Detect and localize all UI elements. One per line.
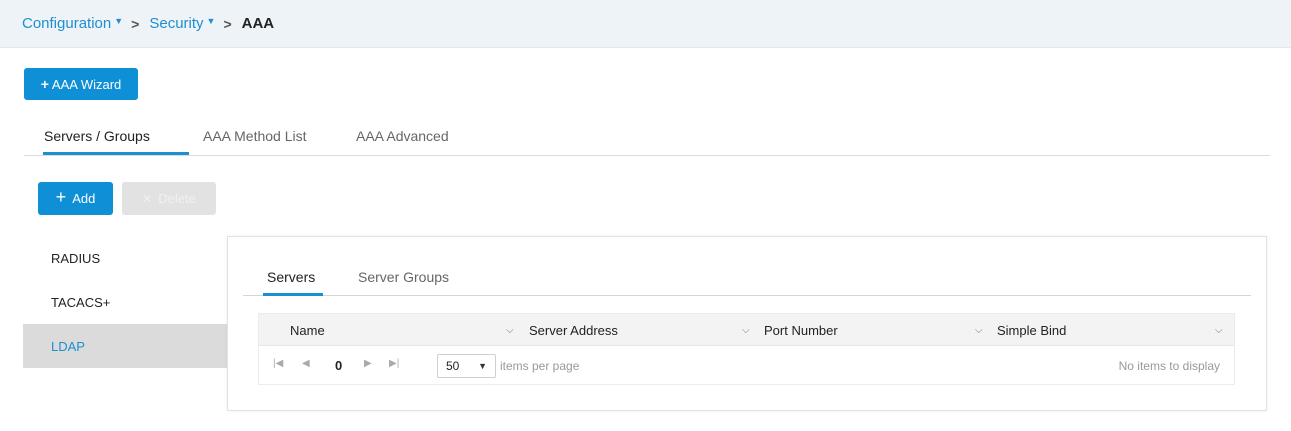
breadcrumb-separator: > <box>131 15 140 32</box>
tab-server-groups[interactable]: Server Groups <box>358 269 449 285</box>
chevron-down-icon[interactable]: ⌵ <box>975 314 983 346</box>
servers-table: Name ⌵ Server Address ⌵ Port Number ⌵ Si… <box>258 313 1235 385</box>
per-page-label: items per page <box>500 359 580 373</box>
main-tabs: Servers / Groups AAA Method List AAA Adv… <box>24 116 1270 156</box>
side-item-radius[interactable]: RADIUS <box>23 236 229 280</box>
breadcrumb-security[interactable]: Security <box>149 15 203 32</box>
tab-servers[interactable]: Servers <box>267 269 315 285</box>
column-server-address[interactable]: Server Address <box>529 314 618 346</box>
tab-servers-groups[interactable]: Servers / Groups <box>44 128 150 144</box>
prev-page-icon[interactable]: ◀ <box>302 358 310 369</box>
column-port-number[interactable]: Port Number <box>764 314 838 346</box>
servers-panel: Servers Server Groups Name ⌵ Server Addr… <box>227 236 1267 411</box>
side-item-ldap[interactable]: LDAP <box>23 324 229 368</box>
breadcrumb-configuration[interactable]: Configuration <box>22 15 111 32</box>
plus-icon: + <box>40 76 49 92</box>
add-button[interactable]: + Add <box>38 182 113 215</box>
tab-aaa-advanced[interactable]: AAA Advanced <box>356 128 449 144</box>
chevron-down-icon: ▼ <box>478 361 487 371</box>
pager: |◀ ◀ 0 ▶ ▶| 50 ▼ items per page No items… <box>259 347 1234 384</box>
first-page-icon[interactable]: |◀ <box>273 358 283 369</box>
empty-state-text: No items to display <box>1118 359 1220 373</box>
close-icon: ✕ <box>142 191 153 206</box>
items-per-page-select[interactable]: 50 ▼ <box>437 354 496 378</box>
chevron-down-icon[interactable]: ▼ <box>207 16 216 26</box>
server-type-list: RADIUS TACACS+ LDAP <box>23 236 229 368</box>
chevron-down-icon[interactable]: ▼ <box>114 16 123 26</box>
chevron-down-icon[interactable]: ⌵ <box>742 314 750 346</box>
delete-button[interactable]: ✕ Delete <box>122 182 216 215</box>
chevron-down-icon[interactable]: ⌵ <box>506 314 514 346</box>
next-page-icon[interactable]: ▶ <box>364 358 372 369</box>
aaa-wizard-button[interactable]: + AAA Wizard <box>24 68 138 100</box>
aaa-wizard-label: AAA Wizard <box>51 76 122 92</box>
breadcrumb-current: AAA <box>241 15 275 32</box>
sub-tabs: Servers Server Groups <box>243 257 1251 296</box>
current-page: 0 <box>335 358 343 373</box>
column-simple-bind[interactable]: Simple Bind <box>997 314 1066 346</box>
side-item-tacacs[interactable]: TACACS+ <box>23 280 229 324</box>
add-label: Add <box>72 191 96 206</box>
active-subtab-indicator <box>263 293 323 296</box>
column-name[interactable]: Name <box>290 314 325 346</box>
tab-aaa-method-list[interactable]: AAA Method List <box>203 128 307 144</box>
table-header: Name ⌵ Server Address ⌵ Port Number ⌵ Si… <box>259 314 1234 346</box>
plus-icon: + <box>55 187 67 207</box>
chevron-down-icon[interactable]: ⌵ <box>1215 314 1223 346</box>
breadcrumb: Configuration ▼ > Security ▼ > AAA <box>0 0 1291 48</box>
active-tab-indicator <box>43 152 189 155</box>
last-page-icon[interactable]: ▶| <box>389 358 399 369</box>
breadcrumb-separator: > <box>223 15 232 32</box>
delete-label: Delete <box>158 191 196 206</box>
per-page-value: 50 <box>446 359 460 373</box>
